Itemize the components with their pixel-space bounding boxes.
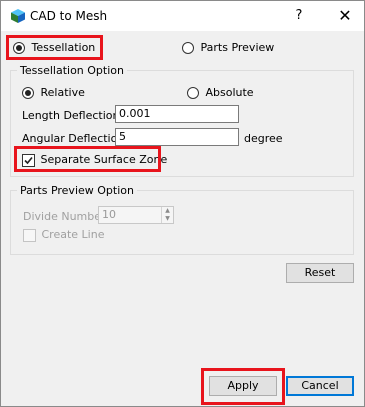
close-button[interactable]: ✕ [331, 5, 359, 27]
apply-highlight-box [201, 368, 285, 405]
relative-radio-label: Relative [40, 86, 85, 99]
create-line-checkbox[interactable]: Create Line [23, 228, 104, 242]
angular-unit-label: degree [244, 132, 283, 145]
spin-arrows-icon[interactable]: ▲ ▼ [161, 207, 173, 223]
divide-number-value: 10 [102, 208, 116, 221]
parts-preview-radio-indicator[interactable] [182, 42, 194, 54]
create-line-label: Create Line [41, 228, 105, 241]
absolute-radio-label: Absolute [205, 86, 254, 99]
relative-radio[interactable]: Relative [22, 86, 85, 99]
title-bar: CAD to Mesh ? ✕ [1, 1, 364, 31]
absolute-radio[interactable]: Absolute [187, 86, 254, 99]
cad-cube-icon [11, 9, 25, 23]
angular-deflection-label: Angular Deflection [22, 132, 125, 145]
parts-preview-radio-label: Parts Preview [200, 41, 275, 54]
reset-button[interactable]: Reset [286, 263, 354, 283]
divide-number-spinbox[interactable]: 10 ▲ ▼ [98, 206, 174, 224]
length-deflection-input[interactable]: 0.001 [115, 105, 239, 123]
separate-surface-zone-highlight-box [14, 146, 161, 172]
cancel-button[interactable]: Cancel [286, 376, 354, 396]
divide-number-label: Divide Number [23, 210, 106, 223]
absolute-radio-indicator[interactable] [187, 87, 199, 99]
parts-preview-option-title: Parts Preview Option [17, 184, 137, 197]
tessellation-option-title: Tessellation Option [17, 64, 127, 77]
angular-deflection-input[interactable]: 5 [115, 128, 239, 146]
create-line-check-indicator[interactable] [23, 228, 36, 242]
tessellation-highlight-box [6, 35, 103, 60]
window-title: CAD to Mesh [30, 9, 108, 23]
relative-radio-indicator[interactable] [22, 87, 34, 99]
cad-to-mesh-dialog: CAD to Mesh ? ✕ Tessellation Parts Previ… [0, 0, 365, 407]
help-button[interactable]: ? [285, 5, 313, 27]
parts-preview-radio[interactable]: Parts Preview [182, 41, 274, 54]
length-deflection-label: Length Deflection [22, 109, 120, 122]
